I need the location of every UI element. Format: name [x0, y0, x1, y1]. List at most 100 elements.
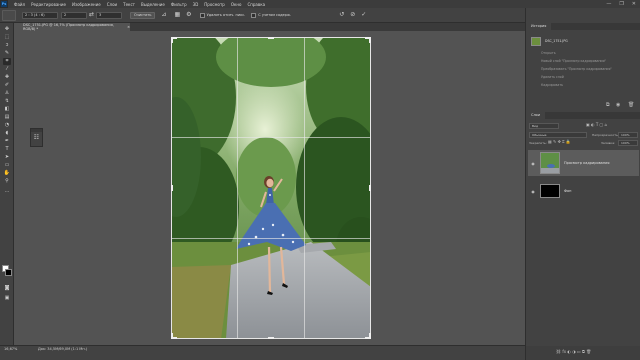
- zoom-tool-icon[interactable]: ⚲: [3, 178, 11, 185]
- crop-handle[interactable]: [268, 337, 274, 339]
- layer-kind-filter[interactable]: Вид: [529, 123, 559, 129]
- crop-frame[interactable]: [171, 37, 371, 339]
- settings-gear-icon[interactable]: ⚙: [186, 11, 191, 19]
- aspect-ratio-select[interactable]: 2 : 3 (4 : 6): [22, 11, 58, 19]
- straighten-icon[interactable]: ⊿: [161, 11, 166, 19]
- clone-stamp-tool-icon[interactable]: ♙: [3, 90, 11, 97]
- reset-icon[interactable]: ↺: [339, 11, 344, 19]
- commit-icon[interactable]: ✓: [361, 11, 366, 19]
- properties-icon[interactable]: ☷: [31, 134, 42, 141]
- opacity-field[interactable]: 100%: [618, 132, 638, 138]
- new-document-from-state-icon[interactable]: ⧉: [606, 102, 610, 108]
- layer-row[interactable]: ◉ Просмотр кадрирования: [528, 150, 639, 176]
- shape-tool-icon[interactable]: ▭: [3, 162, 11, 169]
- tab-close-icon[interactable]: ×: [127, 25, 130, 29]
- visibility-eye-icon[interactable]: ◉: [528, 161, 538, 166]
- history-item[interactable]: Открыть: [528, 49, 639, 56]
- background-color-swatch[interactable]: [5, 269, 12, 276]
- crop-handle[interactable]: [171, 333, 173, 339]
- menu-select[interactable]: Выделение: [141, 2, 165, 7]
- tab-layers[interactable]: Слои: [526, 112, 546, 119]
- menu-edit[interactable]: Редактирование: [31, 2, 66, 7]
- visibility-eye-icon[interactable]: ◉: [528, 189, 538, 194]
- healing-brush-tool-icon[interactable]: ✚: [3, 74, 11, 81]
- content-aware-checkbox[interactable]: [251, 12, 257, 18]
- history-item[interactable]: Новый слой "Просмотр кадрирования": [528, 57, 639, 64]
- more-tools-icon[interactable]: …: [3, 188, 11, 195]
- crop-handle[interactable]: [369, 37, 371, 43]
- menu-view[interactable]: Просмотр: [204, 2, 225, 7]
- swap-icon[interactable]: ⇄: [89, 11, 94, 19]
- menu-window[interactable]: Окно: [231, 2, 242, 7]
- history-snapshot[interactable]: DSC_1751.JPG: [528, 35, 639, 47]
- floating-properties-panel[interactable]: ☷: [30, 128, 43, 147]
- eyedropper-tool-icon[interactable]: ⁄: [3, 66, 11, 73]
- document-info[interactable]: Док: 34,5M/69,0M (1:1 Мн.): [38, 346, 87, 353]
- eraser-tool-icon[interactable]: ◧: [3, 106, 11, 113]
- delete-pixels-label: Удалить отсеч. пикс.: [206, 13, 246, 17]
- layer-actions-icons[interactable]: ⛓ fx ◐ ◑ ▭ ⧉ 🗑: [556, 349, 591, 354]
- document-tab[interactable]: DSC_1751.JPG @ 16,7% (Просмотр кадрирова…: [20, 23, 130, 31]
- menu-layers[interactable]: Слои: [107, 2, 117, 7]
- history-item[interactable]: Кадрировать: [528, 81, 639, 88]
- menu-type[interactable]: Текст: [123, 2, 135, 7]
- layer-name[interactable]: Просмотр кадрирования: [564, 161, 610, 165]
- history-item[interactable]: Удалить слой: [528, 73, 639, 80]
- move-tool-icon[interactable]: ✥: [3, 26, 11, 33]
- history-item[interactable]: Преобразовать "Просмотр кадрирования": [528, 65, 639, 72]
- crop-tool-preset-icon[interactable]: [2, 9, 16, 21]
- dodge-tool-icon[interactable]: ◖: [3, 130, 11, 137]
- width-field[interactable]: 2: [61, 11, 87, 19]
- crop-handle[interactable]: [268, 37, 274, 39]
- menu-3d[interactable]: 3D: [193, 2, 199, 7]
- grid-overlay-icon[interactable]: ▦: [175, 11, 181, 19]
- height-field[interactable]: 3: [96, 11, 123, 19]
- crop-grid-line: [237, 37, 238, 339]
- maximize-icon[interactable]: ❐: [619, 1, 623, 7]
- lock-icons[interactable]: ▦ ✎ ✥ ⌗ 🔒: [548, 139, 571, 144]
- path-select-tool-icon[interactable]: ➤: [3, 154, 11, 161]
- new-snapshot-icon[interactable]: ◉: [616, 102, 620, 108]
- blur-tool-icon[interactable]: ◔: [3, 122, 11, 129]
- blend-mode-select[interactable]: Обычные: [529, 132, 587, 138]
- layer-name[interactable]: Фон: [564, 189, 571, 193]
- tools-panel: ✥ ⬚ ↄ ✎ ⌗ ⁄ ✚ ✐ ♙ ↯ ◧ ▤ ◔ ◖ ✒ T ➤ ▭ ✋ ⚲ …: [0, 23, 14, 345]
- delete-state-icon[interactable]: 🗑: [628, 102, 634, 108]
- fill-field[interactable]: 100%: [618, 140, 638, 146]
- layer-thumbnail: [540, 184, 560, 198]
- crop-handle[interactable]: [369, 185, 371, 191]
- clear-button[interactable]: Очистить: [130, 11, 156, 19]
- lasso-tool-icon[interactable]: ↄ: [3, 42, 11, 49]
- layers-footer: ⛓ fx ◐ ◑ ▭ ⧉ 🗑: [526, 346, 640, 360]
- app-logo: Ps: [0, 0, 8, 8]
- layer-row[interactable]: ◉ Фон: [528, 178, 639, 204]
- fill-label: Заливка:: [601, 141, 616, 145]
- menu-help[interactable]: Справка: [247, 2, 265, 7]
- crop-handle[interactable]: [171, 37, 173, 43]
- marquee-tool-icon[interactable]: ⬚: [3, 34, 11, 41]
- zoom-level[interactable]: 16,67%: [4, 346, 17, 353]
- document-canvas[interactable]: [171, 37, 371, 339]
- delete-pixels-checkbox[interactable]: [199, 12, 205, 18]
- quick-mask-icon[interactable]: ◙: [3, 285, 11, 292]
- screen-mode-icon[interactable]: ▣: [3, 295, 11, 302]
- tab-history[interactable]: История: [526, 23, 552, 30]
- pen-tool-icon[interactable]: ✒: [3, 138, 11, 145]
- quick-select-tool-icon[interactable]: ✎: [3, 50, 11, 57]
- menu-filter[interactable]: Фильтр: [171, 2, 187, 7]
- filter-icons[interactable]: ▣ ◐ T ▢ ⌂: [586, 122, 607, 127]
- floating-panel-header[interactable]: [31, 129, 42, 132]
- history-brush-tool-icon[interactable]: ↯: [3, 98, 11, 105]
- crop-tool-icon[interactable]: ⌗: [3, 58, 11, 65]
- crop-handle[interactable]: [171, 185, 173, 191]
- brush-tool-icon[interactable]: ✐: [3, 82, 11, 89]
- close-icon[interactable]: ✕: [632, 1, 636, 7]
- gradient-tool-icon[interactable]: ▤: [3, 114, 11, 121]
- minimize-icon[interactable]: —: [606, 1, 611, 7]
- crop-handle[interactable]: [369, 333, 371, 339]
- hand-tool-icon[interactable]: ✋: [3, 170, 11, 177]
- menu-image[interactable]: Изображение: [72, 2, 101, 7]
- menu-file[interactable]: Файл: [14, 2, 25, 7]
- type-tool-icon[interactable]: T: [3, 146, 11, 153]
- cancel-icon[interactable]: ⊘: [350, 11, 355, 19]
